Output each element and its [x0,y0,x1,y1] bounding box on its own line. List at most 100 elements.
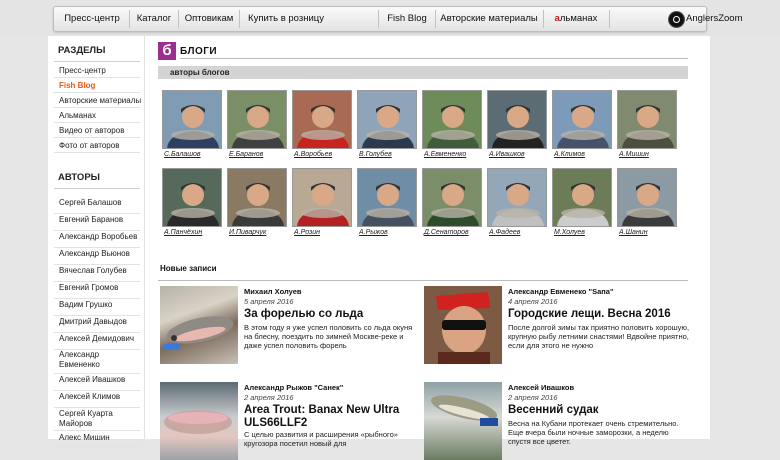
post-photo[interactable] [424,382,502,460]
author-thumbnail[interactable] [227,168,287,227]
post-photo[interactable] [160,382,238,460]
author-photo [427,105,479,148]
fish-photo-illustration [164,316,234,350]
new-posts-title: Новые записи [160,264,217,273]
author-thumbnail-name[interactable]: Д.Сенаторов [424,229,488,236]
main-content: б БЛОГИ авторы блогов С.Балашов Е.Баранов… [154,36,710,460]
angler-photo-illustration [424,286,502,364]
sidebar-item-press-center[interactable]: Пресс-центр [54,63,140,78]
author-link[interactable]: Евгений Баранов [54,215,140,231]
nav-anglerszoom[interactable]: AnglersZoom [686,7,754,31]
author-link[interactable]: Алексей Климов [54,392,140,408]
author-link[interactable]: Вячеслав Голубев [54,266,140,282]
sidebar-item-fish-blog[interactable]: Fish Blog [54,78,140,93]
author-thumbnail-name[interactable]: А.Фадеев [489,229,553,236]
author-thumbnail[interactable] [162,168,222,227]
author-thumbnail[interactable] [617,168,677,227]
post-date: 4 апреля 2016 [508,297,558,306]
author-thumbnail[interactable] [617,90,677,149]
author-link[interactable]: Алексей Ивашков [54,375,140,391]
author-photo [427,183,479,226]
divider [180,58,688,59]
post-photo[interactable] [160,286,238,364]
author-thumbnail[interactable] [552,168,612,227]
author-link[interactable]: Сергей Балашов [54,198,140,214]
author-thumbnail-name[interactable]: Е.Баранов [229,151,293,158]
nav-author-materials[interactable]: Авторские материалы [438,7,540,31]
author-thumbnail[interactable] [357,90,417,149]
nav-separator [239,10,240,28]
author-photo [167,105,219,148]
post-excerpt: Весна на Кубани протекает очень стремите… [508,419,679,446]
author-thumbnail[interactable] [487,90,547,149]
author-thumbnail[interactable] [227,90,287,149]
post-author[interactable]: Михаил Холуев [244,287,301,296]
author-thumbnail[interactable] [292,90,352,149]
nav-catalog[interactable]: Каталог [132,7,176,31]
nav-retail[interactable]: Купить в розницу [242,7,330,31]
nav-separator [609,10,610,28]
sidebar-item-author-videos[interactable]: Видео от авторов [54,123,140,138]
author-thumbnail-name[interactable]: А.Воробьев [294,151,358,158]
author-thumbnail-name[interactable]: А.Евмененко [424,151,488,158]
author-thumbnail-name[interactable]: А.Мишин [619,151,683,158]
author-link[interactable]: Александр Вьюнов [54,249,140,265]
anglerszoom-logo-icon [668,11,685,28]
post-excerpt: После долгой зимы так приятно половить х… [508,323,690,350]
author-link[interactable]: Евгений Громов [54,283,140,299]
author-thumbnail[interactable] [292,168,352,227]
author-photo [492,105,544,148]
sidebar-item-author-materials[interactable]: Авторские материалы [54,93,141,108]
author-link[interactable]: Алексей Демидович [54,334,140,350]
author-thumbnail-name[interactable]: В.Голубев [359,151,423,158]
author-thumbnail[interactable] [422,168,482,227]
author-photo [557,105,609,148]
author-link[interactable]: Сергей Куарта Майоров [54,409,140,431]
nav-separator [129,10,130,28]
post-title[interactable]: Area Trout: Banax New Ultra ULS66LLF2 [244,404,419,430]
author-thumbnail-name[interactable]: А.Шанин [619,229,683,236]
nav-wholesale[interactable]: Оптовикам [181,7,237,31]
trout-photo-illustration [164,410,232,434]
author-thumbnail[interactable] [552,90,612,149]
post-excerpt: С целью развития и расширения «рыбного» … [244,430,398,448]
post-photo[interactable] [424,286,502,364]
author-thumbnail-name[interactable]: А.Климов [554,151,618,158]
author-thumbnail[interactable] [357,168,417,227]
nav-separator [435,10,436,28]
author-photo [362,105,414,148]
post-title[interactable]: Весенний судак [508,404,698,417]
author-thumbnail-name[interactable]: С.Балашов [164,151,228,158]
sidebar-item-almanac[interactable]: Альманах [54,108,140,123]
author-thumbnail-name[interactable]: А.Ивашков [489,151,553,158]
author-thumbnail[interactable] [422,90,482,149]
post-date: 2 апреля 2016 [244,393,294,402]
post-author[interactable]: Александр Рыжов "Санек" [244,383,343,392]
author-thumbnail-name[interactable]: А.Панчёхин [164,229,228,236]
author-link[interactable]: Дмитрий Давыдов [54,317,140,333]
post-author[interactable]: Алексей Ивашков [508,383,574,392]
author-photo [362,183,414,226]
post-title[interactable]: За форелью со льда [244,308,419,321]
author-photo [297,183,349,226]
nav-separator [178,10,179,28]
author-thumbnail[interactable] [487,168,547,227]
author-thumbnail[interactable] [162,90,222,149]
nav-fish-blog[interactable]: Fish Blog [381,7,433,31]
post-date: 5 апреля 2016 [244,297,294,306]
author-link[interactable]: Алекс Мишин [54,433,140,447]
author-thumbnail-name[interactable]: И.Пиварчук [229,229,293,236]
zander-photo-illustration [430,395,498,426]
post-author[interactable]: Александр Евменеко "Sапа" [508,287,614,296]
author-link[interactable]: Вадим Грушко [54,300,140,316]
nav-almanac[interactable]: альманах [546,7,606,31]
author-link[interactable]: Александр Воробьев [54,232,140,248]
sidebar-item-author-photos[interactable]: Фото от авторов [54,138,140,153]
author-thumbnail-name[interactable]: А.Розин [294,229,358,236]
author-thumbnail-name[interactable]: М.Холуев [554,229,618,236]
author-photo [297,105,349,148]
author-thumbnail-name[interactable]: А.Рыжов [359,229,423,236]
author-link[interactable]: Александр Евмененко [54,350,140,374]
nav-press-center[interactable]: Пресс-центр [57,7,127,31]
post-title[interactable]: Городские лещи. Весна 2016 [508,308,698,321]
